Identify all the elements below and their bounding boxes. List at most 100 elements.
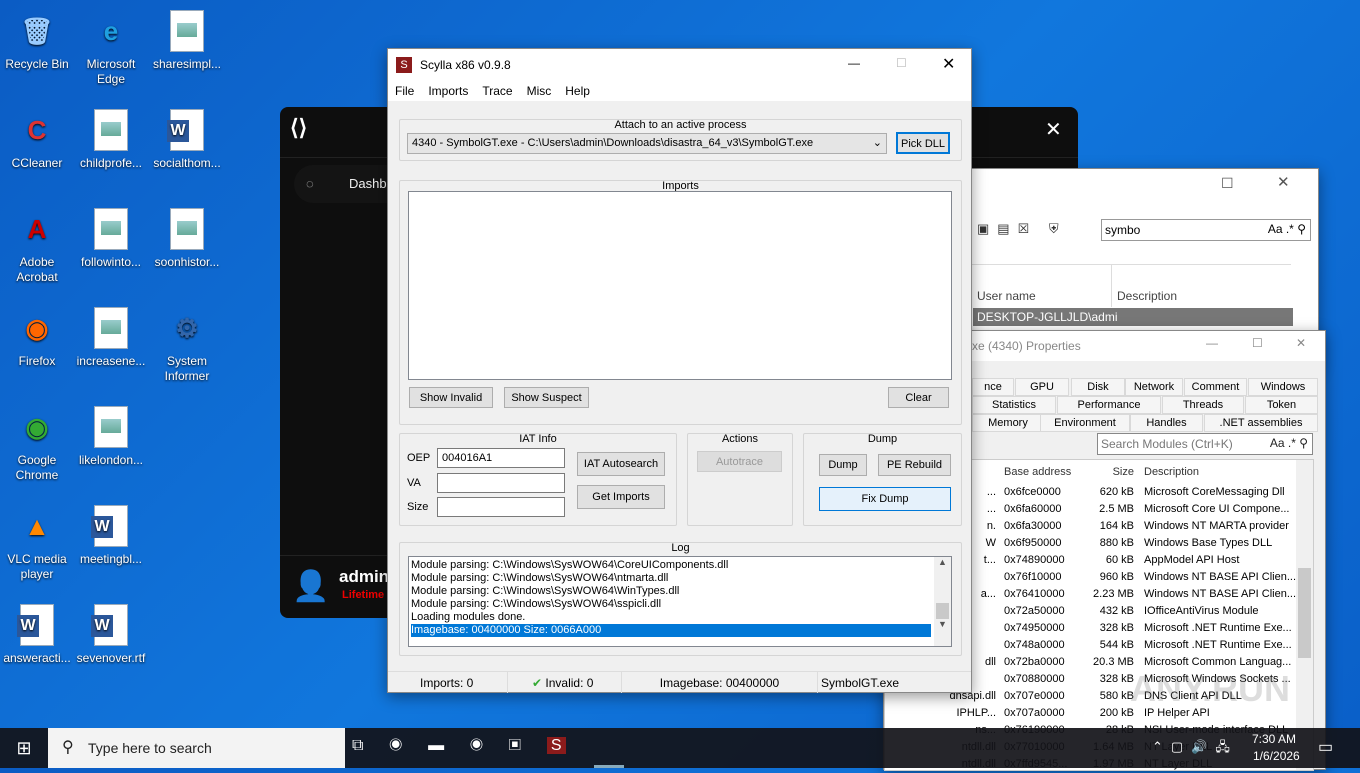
description: Microsoft Core UI Compone... [1144, 503, 1290, 515]
notification-icon[interactable]: ▭ [1318, 737, 1333, 757]
dump-button[interactable]: Dump [819, 454, 867, 476]
imports-tree[interactable] [408, 191, 952, 380]
log-entry[interactable]: Module parsing: C:\Windows\SysWOW64\sspi… [411, 598, 931, 611]
properties-tab[interactable]: .NET assemblies [1204, 414, 1318, 432]
iat-autosearch-button[interactable]: IAT Autosearch [577, 452, 665, 476]
clear-button[interactable]: Clear [888, 387, 949, 408]
desktop-icon-label: meetingbl... [79, 552, 143, 566]
search-icon[interactable]: Aa .* ⚲ [1270, 436, 1308, 450]
desktop-icon[interactable]: followinto... [73, 206, 149, 270]
pe-rebuild-button[interactable]: PE Rebuild [878, 454, 951, 476]
scrollbar[interactable] [1296, 460, 1313, 770]
taskbar-search[interactable]: ⚲ Type here to search [48, 728, 345, 768]
plan-label: Lifetime [342, 589, 385, 601]
clock-time[interactable]: 7:30 AM [1252, 732, 1296, 746]
desktop-icon[interactable]: Wansweracti... [0, 602, 75, 666]
app-logo-icon: ⟨⟩ [290, 115, 308, 140]
tray-icons[interactable]: ⌃▢🔊🖧 [1152, 738, 1238, 760]
search-icon[interactable]: ⚲ [1297, 222, 1306, 236]
oep-input[interactable]: 004016A1 [437, 448, 565, 468]
taskbar-apps[interactable]: ⧉◉▬◉▣ S [352, 737, 566, 755]
watermark: ANY.RUN [1130, 668, 1291, 709]
fix-dump-button[interactable]: Fix Dump [819, 487, 951, 511]
properties-tab[interactable]: Statistics [972, 396, 1056, 414]
desktop-icon[interactable]: e Microsoft Edge [73, 8, 149, 87]
log-scrollbar[interactable]: ▲ ▼ [934, 557, 951, 646]
va-label: VA [407, 477, 421, 489]
desktop-icon[interactable]: Wsocialthom... [149, 107, 225, 171]
process-select[interactable]: 4340 - SymbolGT.exe - C:\Users\admin\Dow… [407, 133, 887, 154]
desktop-icon[interactable]: A Adobe Acrobat [0, 206, 75, 285]
properties-tab[interactable]: GPU [1015, 378, 1069, 396]
show-suspect-button[interactable]: Show Suspect [504, 387, 589, 408]
properties-tab[interactable]: Comment [1184, 378, 1247, 396]
regex-toggle[interactable]: .* [1286, 222, 1294, 236]
log-entry[interactable]: Module parsing: C:\Windows\SysWOW64\ntma… [411, 572, 931, 585]
desktop-icon[interactable]: increasene... [73, 305, 149, 369]
properties-tab[interactable]: Memory [972, 414, 1044, 432]
desktop-icon[interactable]: C CCleaner [0, 107, 75, 171]
module-search-input[interactable]: Search Modules (Ctrl+K) Aa .* ⚲ [1097, 433, 1313, 455]
close-icon[interactable]: ✕ [1277, 173, 1290, 191]
menu-file[interactable]: File [395, 81, 414, 101]
pick-dll-button[interactable]: Pick DLL [896, 132, 950, 154]
base-address: 0x6f950000 [1004, 537, 1062, 549]
clock-date[interactable]: 1/6/2026 [1253, 749, 1300, 763]
log-entry[interactable]: Module parsing: C:\Windows\SysWOW64\WinT… [411, 585, 931, 598]
desktop-icon[interactable]: soonhistor... [149, 206, 225, 270]
desktop-icon[interactable]: likelondon... [73, 404, 149, 468]
app-close-icon[interactable]: ✕ [1045, 117, 1062, 142]
maximize-icon[interactable]: ☐ [1221, 175, 1234, 192]
close-icon[interactable]: ✕ [942, 54, 955, 74]
table-row[interactable]: DESKTOP-JGLLJLD\admi [973, 308, 1293, 326]
properties-tab[interactable]: Handles [1130, 414, 1203, 432]
toolbar-icons[interactable]: ▣▤☒ ⛨ [977, 221, 1067, 237]
desktop-icon[interactable]: Wsevenover.rtf [73, 602, 149, 666]
properties-tab[interactable]: nce [972, 378, 1014, 396]
desktop-icon-label: Firefox [18, 354, 56, 368]
properties-tab[interactable]: Disk [1071, 378, 1125, 396]
column-description[interactable]: Description [1140, 460, 1199, 484]
desktop-icon[interactable]: ◉ Google Chrome [0, 404, 75, 483]
log-entry[interactable]: Loading modules done. [411, 611, 931, 624]
size: 432 kB [1099, 605, 1134, 617]
maximize-icon[interactable]: ☐ [1252, 336, 1263, 350]
size-input[interactable] [437, 497, 565, 517]
minimize-icon[interactable]: — [1206, 336, 1218, 350]
desktop-icon[interactable]: sharesimpl... [149, 8, 225, 72]
properties-tab[interactable]: Windows [1248, 378, 1318, 396]
properties-tab[interactable]: Threads [1162, 396, 1244, 414]
log-list[interactable]: Module parsing: C:\Windows\SysWOW64\Core… [408, 556, 952, 647]
desktop-icon[interactable]: Wmeetingbl... [73, 503, 149, 567]
column-size[interactable]: Size [1080, 460, 1140, 484]
desktop-icon-label: answeracti... [3, 651, 71, 665]
desktop-icon[interactable]: ▲ VLC media player [0, 503, 75, 582]
properties-tab[interactable]: Performance [1057, 396, 1161, 414]
desktop-icon[interactable]: ◉ Firefox [0, 305, 75, 369]
log-entry[interactable]: Module parsing: C:\Windows\SysWOW64\Core… [411, 559, 931, 572]
show-invalid-button[interactable]: Show Invalid [409, 387, 493, 408]
log-entry[interactable]: Imagebase: 00400000 Size: 0066A000 [411, 624, 931, 637]
column-base-address[interactable]: Base address [1000, 460, 1080, 484]
desktop-icon[interactable]: childprofe... [73, 107, 149, 171]
column-user[interactable]: User name [977, 289, 1036, 303]
search-input[interactable]: symbo Aa .* ⚲ [1101, 219, 1311, 241]
menu-trace[interactable]: Trace [482, 81, 512, 101]
close-icon[interactable]: ✕ [1296, 336, 1306, 350]
menu-misc[interactable]: Misc [527, 81, 552, 101]
properties-tab[interactable]: Environment [1040, 414, 1130, 432]
desktop-icon[interactable]: 🗑 Recycle Bin [0, 8, 75, 72]
get-imports-button[interactable]: Get Imports [577, 485, 665, 509]
va-input[interactable] [437, 473, 565, 493]
column-description[interactable]: Description [1117, 289, 1177, 303]
properties-tab[interactable]: Network [1125, 378, 1183, 396]
start-button[interactable]: ⊞ [0, 728, 48, 768]
desktop-icon[interactable]: ⚙ System Informer [149, 305, 225, 384]
description: AppModel API Host [1144, 554, 1240, 566]
minimize-icon[interactable]: — [848, 56, 860, 70]
word-document-icon: W [89, 602, 133, 648]
properties-tab[interactable]: Token [1245, 396, 1318, 414]
menu-help[interactable]: Help [565, 81, 590, 101]
case-toggle[interactable]: Aa [1268, 222, 1283, 236]
menu-imports[interactable]: Imports [428, 81, 468, 101]
